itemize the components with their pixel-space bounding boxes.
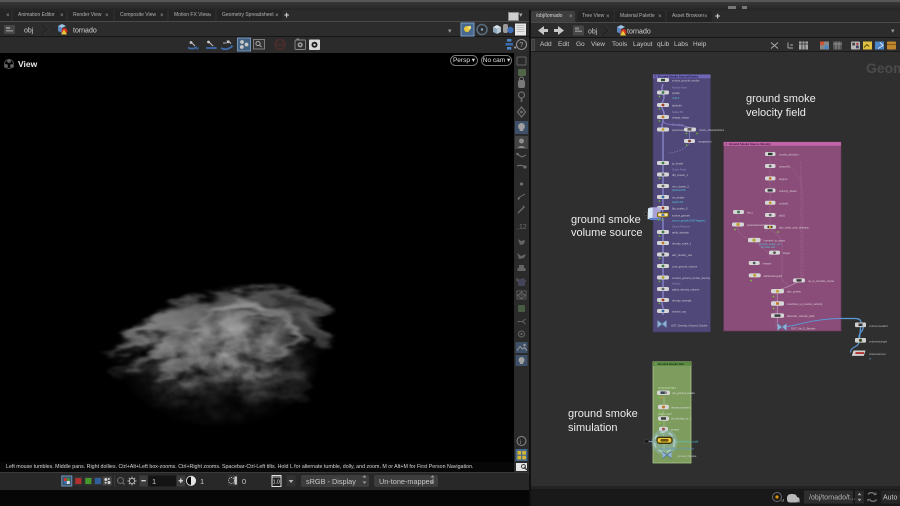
svg-text:attrib_abscale: attrib_abscale (672, 231, 689, 235)
svg-text:obj: obj (24, 28, 34, 35)
svg-text:set_initial_fields + DOPobject: set_initial_fields + DOPobjects (660, 448, 695, 451)
svg-text:velocity_shape: velocity_shape (779, 189, 797, 193)
svg-text:depth=3.5: depth=3.5 (672, 201, 684, 204)
svg-text:Ground Smoke Sim: Ground Smoke Sim (658, 362, 684, 366)
svg-text:volume_rop: volume_rop (672, 310, 687, 314)
svg-text:?: ? (519, 40, 523, 49)
svg-text:rampvel1: rampvel1 (779, 165, 791, 169)
svg-text:Volume Rasterize: Volume Rasterize (672, 226, 691, 229)
svg-text:pscale: pscale (672, 91, 680, 95)
svg-text:volumevisualiz1: volumevisualiz1 (869, 324, 888, 328)
svg-text:convert_ground_smoke_density: convert_ground_smoke_density (672, 276, 711, 280)
svg-text:mtn_cluster_2: mtn_cluster_2 (672, 185, 689, 189)
svg-text:1: 1 (200, 477, 204, 486)
svg-text:resizecontainer1: resizecontainer1 (671, 405, 691, 409)
svg-text:Scatter Pts: Scatter Pts (672, 111, 684, 114)
svg-text:1: 1 (152, 477, 156, 486)
svg-text:add1: add1 (779, 214, 785, 218)
svg-text:smoke_direction: smoke_direction (779, 153, 799, 157)
svg-text:whitewaterout: whitewaterout (869, 352, 886, 356)
svg-text:advecter_velocity_field: advecter_velocity_field (787, 314, 815, 318)
svg-text:charge_shape: charge_shape (672, 116, 690, 120)
svg-text:OUT_Density_Ground_Smoke: OUT_Density_Ground_Smoke (671, 324, 708, 328)
svg-text:/obj/tornado/t...: /obj/tornado/t... (809, 495, 856, 502)
svg-text:0: 0 (242, 477, 246, 486)
svg-text:dynamicVIS: dynamicVIS (672, 189, 686, 192)
svg-text:Auto Up: Auto Up (883, 495, 900, 502)
svg-text:up_to_tornado_center: up_to_tornado_center (808, 279, 834, 283)
svg-text:source_geonet: source_geonet (672, 214, 690, 218)
svg-text:Attribute Noise: Attribute Noise (672, 87, 688, 90)
svg-text:Ground Smoke Source Velocity: Ground Smoke Source Velocity (729, 142, 771, 146)
svg-text:dbl_cluster_1: dbl_cluster_1 (672, 173, 688, 177)
svg-text:mergepoint: mergepoint (698, 140, 712, 144)
svg-text:smokesolver_build: smokesolver_build (676, 440, 699, 444)
svg-text:Ground Smoke Source/Smoke: Ground Smoke Source/Smoke (658, 74, 699, 78)
svg-text:var_ground_smoke: var_ground_smoke (672, 391, 696, 395)
svg-text:Attribute: Attribute (672, 283, 681, 286)
svg-text:adv_pusher: adv_pusher (787, 290, 801, 294)
svg-text:source_gasvdb/JOINTriggers1: source_gasvdb/JOINTriggers1 (672, 220, 706, 223)
svg-text:vel_density_to_T: vel_density_to_T (671, 417, 692, 421)
svg-text:mirror_offsetparticles: mirror_offsetparticles (699, 128, 725, 132)
svg-text:density_wrangle: density_wrangle (672, 299, 692, 303)
svg-text:Cluster Points: Cluster Points (672, 169, 687, 172)
svg-text:Point Relax: Point Relax (672, 124, 685, 127)
svg-text:release: release (763, 262, 772, 266)
svg-text:parameterandch: parameterandch (672, 128, 692, 132)
svg-text:sRGB - Display: sRGB - Display (306, 477, 356, 486)
svg-text:attributecopy26: attributecopy26 (764, 274, 783, 278)
svg-text:obj: obj (588, 29, 598, 36)
svg-text:1.0: 1.0 (273, 480, 280, 486)
svg-text:curb_ground_volume: curb_ground_volume (672, 265, 698, 269)
svg-text:adv_density_raw: adv_density_raw (672, 253, 692, 257)
svg-text:flip_scales_0: flip_scales_0 (672, 207, 688, 211)
svg-text:rnd1.5: rnd1.5 (672, 97, 680, 100)
svg-text:attribdel: attribdel (672, 104, 682, 108)
svg-text:▾: ▾ (891, 28, 895, 35)
svg-text:parameterandchannels: parameterandchannels (747, 223, 775, 227)
svg-text:forget: forget (783, 251, 790, 255)
svg-text:pt_tender: pt_tender (672, 162, 683, 166)
svg-text:adv_order_axis_direction: adv_order_axis_direction (779, 226, 810, 230)
svg-text:tornado: tornado (73, 28, 97, 35)
svg-text:i: i (520, 440, 521, 446)
svg-text:vis_tender: vis_tender (672, 196, 685, 200)
svg-text:Un-tone-mapped: Un-tone-mapped (379, 477, 434, 486)
svg-text:box1: box1 (747, 211, 753, 215)
svg-text:_Ground_Smoke: _Ground_Smoke (675, 454, 697, 458)
svg-text:▾: ▾ (448, 28, 452, 35)
svg-text:adjust_density_volume: adjust_density_volume (672, 288, 700, 292)
svg-text:⊕: ⊕ (869, 358, 872, 361)
svg-text:tornado: tornado (627, 29, 651, 36)
svg-text:source: source (671, 428, 680, 432)
svg-text:source_ground_smoke: source_ground_smoke (672, 79, 700, 83)
svg-text:Volume OUT: Volume OUT (658, 413, 672, 416)
svg-text:volumewrangle: volumewrangle (869, 340, 888, 344)
svg-text:overdrive_up_smoke_velocity: overdrive_up_smoke_velocity (787, 302, 823, 306)
svg-text:curlvel1: curlvel1 (779, 201, 789, 205)
svg-text:degree: degree (779, 177, 788, 181)
svg-text:OUT_Vel_D_Bender: OUT_Vel_D_Bender (791, 327, 816, 331)
svg-text:mandrel_to_grass: mandrel_to_grass (764, 238, 786, 242)
svg-text:AUTO DOP NET: AUTO DOP NET (658, 387, 676, 390)
svg-text:density_scale_1: density_scale_1 (672, 242, 692, 246)
svg-text:lift noise vels: lift noise vels (761, 246, 776, 249)
svg-text:,12: ,12 (517, 224, 527, 231)
